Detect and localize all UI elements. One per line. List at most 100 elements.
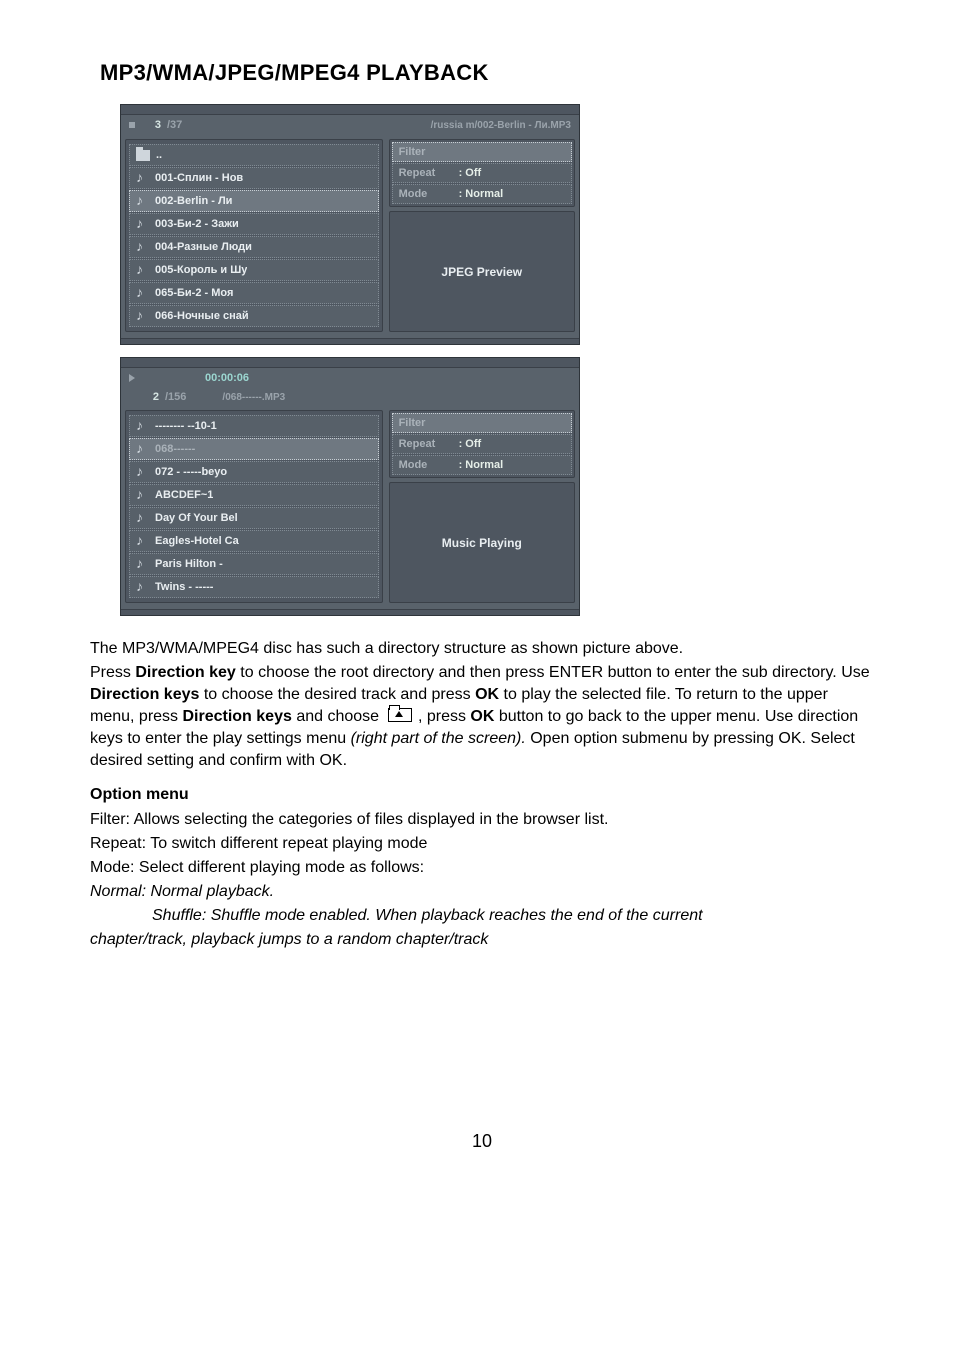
text: and choose [292,708,384,725]
filter-option[interactable]: Filter [392,142,572,162]
list-item[interactable]: Day Of Your Bel [129,507,379,529]
panes: .. 001-Сплин - Нов 002-Berlin - Ли 003-Б… [121,135,579,338]
list-item[interactable]: 003-Би-2 - Зажи [129,213,379,235]
play-icon [129,374,135,382]
file-label: 003-Би-2 - Зажи [155,218,239,230]
list-item[interactable]: 005-Король и Шу [129,259,379,281]
music-note-icon [136,558,149,571]
option-shuffle-2: chapter/track, playback jumps to a rando… [90,929,874,951]
text: , press [414,708,471,725]
file-label: 002-Berlin - Ли [155,195,232,207]
list-item[interactable]: ABCDEF~1 [129,484,379,506]
list-item[interactable]: 068------ [129,438,379,460]
preview-box: JPEG Preview [389,211,575,332]
file-label: 065-Би-2 - Моя [155,287,233,299]
music-note-icon [136,218,149,231]
side-pane: Filter Repeat : Off Mode : Normal JPEG P… [389,139,575,332]
file-label: Twins - ----- [155,581,213,593]
track-total: /37 [167,119,182,131]
music-note-icon [136,241,149,254]
options-box[interactable]: Filter Repeat : Off Mode : Normal [389,139,575,207]
file-label: 072 - -----beyo [155,466,227,478]
track-number: 2 [143,391,159,403]
file-label: Paris Hilton - [155,558,223,570]
option-mode: Mode: Select different playing mode as f… [90,857,874,879]
mode-option[interactable]: Mode : Normal [392,184,572,204]
mode-value: : Normal [459,188,504,200]
filter-label: Filter [399,146,459,158]
music-note-icon [136,443,149,456]
file-path: /068------.MP3 [222,392,285,403]
file-label: -------- --10-1 [155,420,217,432]
info-bar: 3 /37 /russia m/002-Berlin - Ли.MP3 [121,115,579,135]
list-item[interactable]: Paris Hilton - [129,553,379,575]
repeat-option[interactable]: Repeat : Off [392,434,572,454]
list-item[interactable]: 002-Berlin - Ли [129,190,379,212]
repeat-label: Repeat [399,438,459,450]
info-bar-2: 2 /156 /068------.MP3 [121,388,579,406]
preview-box: Music Playing [389,482,575,603]
text-bold: Direction key [135,664,235,681]
list-item[interactable]: 001-Сплин - Нов [129,167,379,189]
list-item[interactable]: 004-Разные Люди [129,236,379,258]
player-window-1: 3 /37 /russia m/002-Berlin - Ли.MP3 .. 0… [120,104,580,345]
music-note-icon [136,310,149,323]
text-bold: OK [470,708,494,725]
repeat-value: : Off [459,438,482,450]
page: MP3/WMA/JPEG/MPEG4 PLAYBACK 3 /37 /russi… [0,0,954,1192]
file-label: 001-Сплин - Нов [155,172,243,184]
file-label: 004-Разные Люди [155,241,252,253]
option-normal: Normal: Normal playback. [90,881,874,903]
text: to choose the desired track and press [199,686,475,703]
text: to choose the root directory and then pr… [236,664,870,681]
mode-label: Mode [399,459,459,471]
file-label: 005-Король и Шу [155,264,247,276]
info-bar: 00:00:06 [121,368,579,388]
titlebar [121,358,579,368]
folder-up-icon [136,150,150,161]
bottom-strip [121,609,579,615]
music-note-icon [136,535,149,548]
page-number: 10 [90,1131,874,1152]
track-number: 3 [145,119,161,131]
folder-up-row[interactable]: .. [129,144,379,166]
music-note-icon [136,581,149,594]
section-heading: MP3/WMA/JPEG/MPEG4 PLAYBACK [100,60,874,86]
repeat-value: : Off [459,167,482,179]
file-label: 066-Ночные снай [155,310,249,322]
file-label: ABCDEF~1 [155,489,213,501]
filter-option[interactable]: Filter [392,413,572,433]
stop-icon [129,122,135,128]
options-box[interactable]: Filter Repeat : Off Mode : Normal [389,410,575,478]
repeat-option[interactable]: Repeat : Off [392,163,572,183]
file-path: /russia m/002-Berlin - Ли.MP3 [431,120,571,131]
text-italic: (right part of the screen). [351,730,526,747]
music-note-icon [136,172,149,185]
list-item[interactable]: Twins - ----- [129,576,379,598]
panes: -------- --10-1 068------ 072 - -----bey… [121,406,579,609]
list-item[interactable]: 066-Ночные снай [129,305,379,327]
elapsed-time: 00:00:06 [205,372,249,384]
option-heading: Option menu [90,784,874,806]
paragraph-line: Press Direction key to choose the root d… [90,662,874,772]
list-item[interactable]: -------- --10-1 [129,415,379,437]
list-item[interactable]: 072 - -----beyo [129,461,379,483]
preview-label: Music Playing [442,536,522,550]
music-note-icon [136,287,149,300]
player-window-2: 00:00:06 2 /156 /068------.MP3 -------- … [120,357,580,616]
preview-label: JPEG Preview [441,265,522,279]
bottom-strip [121,338,579,344]
text-bold: Direction keys [182,708,291,725]
list-item[interactable]: Eagles-Hotel Ca [129,530,379,552]
repeat-label: Repeat [399,167,459,179]
file-list[interactable]: .. 001-Сплин - Нов 002-Berlin - Ли 003-Б… [125,139,383,332]
file-label: 068------ [155,443,195,455]
file-list[interactable]: -------- --10-1 068------ 072 - -----bey… [125,410,383,603]
list-item[interactable]: 065-Би-2 - Моя [129,282,379,304]
music-note-icon [136,264,149,277]
side-pane: Filter Repeat : Off Mode : Normal Music … [389,410,575,603]
option-filter: Filter: Allows selecting the categories … [90,809,874,831]
body-text: The MP3/WMA/MPEG4 disc has such a direct… [90,638,874,951]
mode-option[interactable]: Mode : Normal [392,455,572,475]
file-label: Eagles-Hotel Ca [155,535,239,547]
